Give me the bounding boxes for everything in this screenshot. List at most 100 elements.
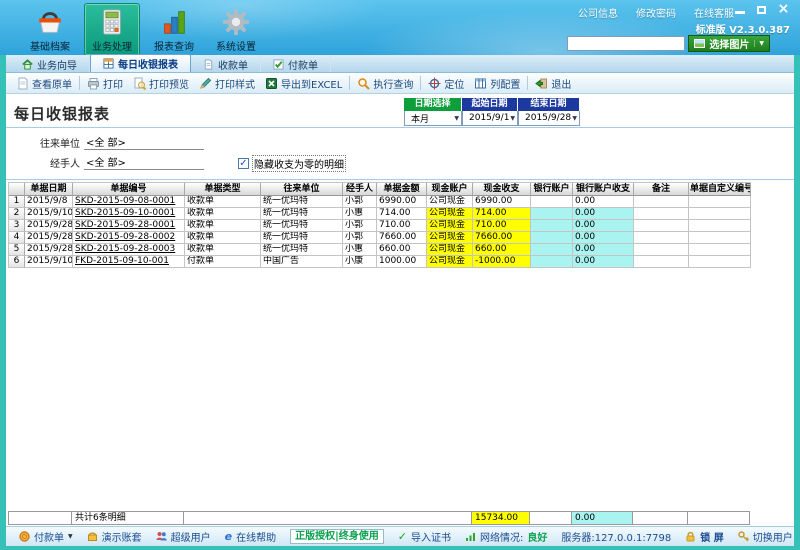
- cell-cash-flow: 710.00: [473, 220, 531, 232]
- handler-filter-value[interactable]: <全 部>: [84, 154, 204, 170]
- summary-blank: [633, 511, 688, 525]
- payment-form-button[interactable]: 付款单 ▼: [12, 529, 80, 544]
- locate-button[interactable]: 定位: [423, 74, 469, 92]
- network-signal-icon: [465, 531, 476, 542]
- header-amount[interactable]: 单据金额: [377, 183, 427, 196]
- tab-bar: 业务向导 每日收银报表 收款单: [6, 55, 794, 73]
- cell-bank-flow: 0.00: [573, 256, 634, 268]
- online-service-link[interactable]: 在线客服: [694, 5, 734, 20]
- cell-doc-no-link[interactable]: FKD-2015-09-10-001: [73, 256, 185, 268]
- cell-doc-no-link[interactable]: SKD-2015-09-28-0001: [73, 220, 185, 232]
- server-address-item: 服务器:127.0.0.1:7798: [554, 529, 678, 544]
- online-help-item[interactable]: e 在线帮助: [218, 529, 283, 544]
- super-user-item[interactable]: 超级用户: [149, 529, 218, 544]
- pick-image-button[interactable]: 选择图片 ▼: [688, 35, 770, 52]
- cell-handler: 小郭: [343, 196, 377, 208]
- print-icon: [87, 77, 100, 90]
- company-info-link[interactable]: 公司信息: [578, 5, 618, 20]
- export-excel-button[interactable]: 导出到EXCEL: [260, 74, 347, 92]
- document-icon: [203, 59, 214, 70]
- demo-account-item[interactable]: 演示账套: [80, 529, 149, 544]
- exit-button[interactable]: 退出: [530, 74, 576, 92]
- handler-filter-label: 经手人: [20, 155, 80, 170]
- nav-item-business-active[interactable]: 业务处理: [84, 3, 140, 56]
- toolbar-label: 打印: [103, 76, 123, 91]
- column-config-button[interactable]: 列配置: [469, 74, 525, 92]
- header-note[interactable]: 备注: [634, 183, 689, 196]
- start-date-header: 起始日期: [462, 98, 518, 111]
- header-doc-type[interactable]: 单据类型: [185, 183, 261, 196]
- switch-user-button[interactable]: 切换用户: [731, 529, 800, 544]
- header-unit[interactable]: 往来单位: [261, 183, 343, 196]
- lock-screen-button[interactable]: 锁 屏: [678, 529, 730, 544]
- print-preview-button[interactable]: 打印预览: [128, 74, 194, 92]
- hide-zero-checkbox-group[interactable]: ✓ 隐藏收支为零的明细: [238, 155, 346, 172]
- cell-custom-no: [689, 208, 751, 220]
- nav-item-system-settings[interactable]: 系统设置: [208, 3, 264, 56]
- summary-count: 共计6条明细: [72, 511, 184, 525]
- header-custom-no[interactable]: 单据自定义编号: [689, 183, 751, 196]
- page-title: 每日收银报表: [14, 103, 110, 124]
- minimize-icon[interactable]: [733, 4, 746, 15]
- summary-blank: [530, 511, 572, 525]
- image-search-input[interactable]: [567, 36, 685, 51]
- exit-icon: [535, 77, 548, 90]
- cell-custom-no: [689, 220, 751, 232]
- cell-doc-date: 2015/9/8: [25, 196, 73, 208]
- cell-note: [634, 220, 689, 232]
- cell-doc-date: 2015/9/28: [25, 232, 73, 244]
- tab-business-wizard[interactable]: 业务向导: [10, 56, 90, 72]
- header-doc-date[interactable]: 单据日期: [25, 183, 73, 196]
- search-icon: [357, 77, 370, 90]
- image-pick-row: 选择图片 ▼: [567, 35, 770, 52]
- nav-item-report-query[interactable]: 报表查询: [146, 3, 202, 56]
- end-date-select[interactable]: 2015/9/28 ▼: [518, 111, 580, 126]
- header-bank-flow[interactable]: 银行账户收支: [573, 183, 634, 196]
- cell-doc-no-link[interactable]: SKD-2015-09-28-0003: [73, 244, 185, 256]
- barchart-icon: [159, 7, 189, 37]
- tab-daily-cashier-report[interactable]: 每日收银报表: [90, 54, 191, 72]
- view-original-button[interactable]: 查看原单: [11, 74, 77, 92]
- checkbox-checked-icon[interactable]: ✓: [238, 158, 249, 169]
- toolbar-separator: [420, 76, 421, 90]
- chevron-down-icon[interactable]: ▼: [754, 40, 764, 47]
- toolbar-label: 退出: [551, 76, 571, 91]
- checkbox-check-icon: [273, 59, 284, 70]
- nav-item-base-archives[interactable]: 基础档案: [22, 3, 78, 56]
- unit-filter-value[interactable]: <全 部>: [84, 134, 204, 150]
- header-cash-account[interactable]: 现金账户: [427, 183, 473, 196]
- header-bank-account[interactable]: 银行账户: [531, 183, 573, 196]
- toolbar-separator: [527, 76, 528, 90]
- close-icon[interactable]: ×: [777, 4, 790, 15]
- change-password-link[interactable]: 修改密码: [636, 5, 676, 20]
- maximize-icon[interactable]: [755, 4, 768, 15]
- print-style-button[interactable]: 打印样式: [194, 74, 260, 92]
- header-handler[interactable]: 经手人: [343, 183, 377, 196]
- browser-e-icon: e: [225, 531, 232, 542]
- cell-amount: 7660.00: [377, 232, 427, 244]
- cell-custom-no: [689, 232, 751, 244]
- cell-doc-no-link[interactable]: SKD-2015-09-08-0001: [73, 196, 185, 208]
- print-button[interactable]: 打印: [82, 74, 128, 92]
- cell-custom-no: [689, 256, 751, 268]
- cell-cash-flow: 6990.00: [473, 196, 531, 208]
- cell-doc-date: 2015/9/28: [25, 220, 73, 232]
- tab-receipt-form[interactable]: 收款单: [191, 56, 261, 72]
- date-mode-select[interactable]: 本月 ▼: [404, 111, 462, 126]
- summary-row: 共计6条明细 15734.00 0.00: [8, 511, 750, 525]
- cell-doc-no-link[interactable]: SKD-2015-09-10-0001: [73, 208, 185, 220]
- header-doc-no[interactable]: 单据编号: [73, 183, 185, 196]
- run-query-button[interactable]: 执行查询: [352, 74, 418, 92]
- tab-payment-form[interactable]: 付款单: [261, 56, 331, 72]
- cell-unit: 统一优玛特: [261, 232, 343, 244]
- header-cash-flow[interactable]: 现金收支: [473, 183, 531, 196]
- import-cert-item[interactable]: ✓ 导入证书: [391, 529, 458, 544]
- cell-note: [634, 256, 689, 268]
- summary-blank: [8, 511, 72, 525]
- cell-bank-flow: 0.00: [573, 220, 634, 232]
- cell-amount: 1000.00: [377, 256, 427, 268]
- cell-doc-no-link[interactable]: SKD-2015-09-28-0002: [73, 232, 185, 244]
- title-bar: 基础档案 业务处理: [0, 0, 800, 55]
- report-toolbar: 查看原单 打印 打印预览 打印样式 导出到EXCEL 执行查询: [6, 73, 794, 94]
- start-date-select[interactable]: 2015/9/1 ▼: [462, 111, 518, 126]
